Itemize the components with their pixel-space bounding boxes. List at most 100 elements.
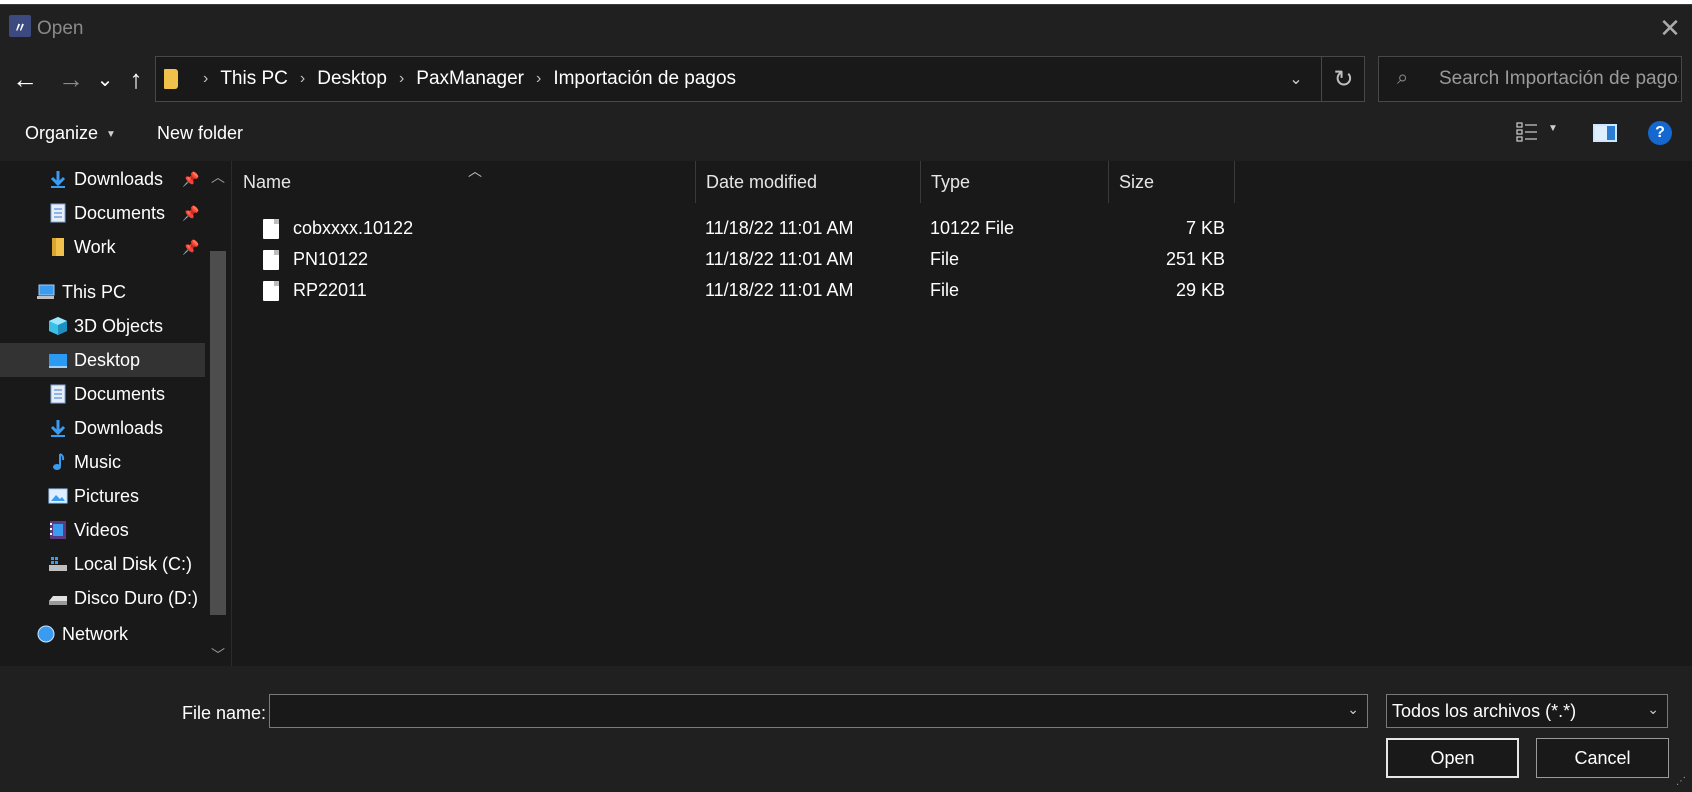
help-icon[interactable]: ?: [1648, 121, 1672, 145]
sidebar-item-label: Desktop: [74, 349, 141, 370]
file-row[interactable]: RP22011 11/18/22 11:01 AM File 29 KB: [233, 275, 1692, 306]
music-note-icon: [48, 452, 68, 472]
sort-ascending-icon: ︿: [468, 163, 482, 179]
organize-button[interactable]: Organize ▼: [25, 123, 116, 144]
sidebar-item-label: Downloads: [74, 417, 164, 438]
forward-arrow-icon[interactable]: →: [55, 61, 87, 97]
column-header-size[interactable]: Size: [1109, 161, 1235, 203]
search-input[interactable]: [1439, 57, 1679, 101]
sidebar-item-documents-quick[interactable]: Documents 📌: [0, 196, 205, 230]
column-header-name[interactable]: Name ︿: [233, 161, 696, 203]
back-arrow-icon[interactable]: ←: [9, 61, 41, 97]
chevron-down-icon[interactable]: ⌄: [1647, 701, 1659, 718]
sidebar-item-music[interactable]: Music: [0, 445, 205, 479]
sidebar-item-pictures[interactable]: Pictures: [0, 479, 205, 513]
sidebar-item-local-disk-c[interactable]: Local Disk (C:): [0, 547, 205, 581]
command-bar: Organize ▼ New folder ▼ ?: [0, 109, 1692, 161]
file-size: 251 KB: [1165, 249, 1225, 269]
desktop-icon: [48, 350, 68, 370]
sidebar-item-3d-objects[interactable]: 3D Objects: [0, 309, 205, 343]
breadcrumb-separator: ›: [536, 70, 542, 87]
file-name-cell: PN10122: [263, 244, 368, 275]
pin-icon[interactable]: 📌: [182, 205, 199, 222]
breadcrumb-separator: ›: [398, 70, 405, 87]
pin-icon[interactable]: 📌: [182, 239, 199, 256]
breadcrumb-separator: ›: [203, 70, 209, 87]
sidebar-item-work[interactable]: Work 📌: [0, 230, 205, 264]
new-folder-button[interactable]: New folder: [157, 123, 243, 144]
sidebar-item-desktop[interactable]: Desktop: [0, 343, 205, 377]
close-icon[interactable]: ✕: [1655, 13, 1685, 43]
details-view-icon[interactable]: [1516, 121, 1538, 143]
dialog-footer: File name: ⌄ Todos los archivos (*.*) ⌄ …: [0, 666, 1692, 792]
breadcrumb-desktop[interactable]: Desktop: [317, 68, 387, 90]
address-row: ← → ⌄ ↑ › This PC › Desktop › PaxManager…: [0, 51, 1692, 109]
sidebar-item-label: Pictures: [74, 485, 140, 506]
address-dropdown-icon[interactable]: ⌄: [1276, 57, 1316, 101]
sidebar-item-disco-duro-d[interactable]: Disco Duro (D:): [0, 581, 205, 615]
document-icon: [48, 384, 68, 404]
open-button[interactable]: Open: [1386, 738, 1519, 778]
resize-grip-icon[interactable]: ⋰: [1676, 776, 1688, 788]
title-bar: 〃 Open ✕: [0, 5, 1692, 51]
up-arrow-icon[interactable]: ↑: [120, 61, 152, 97]
file-name-combobox[interactable]: ⌄: [269, 694, 1368, 728]
download-arrow-icon: [48, 418, 68, 438]
preview-pane-icon[interactable]: [1593, 124, 1617, 142]
breadcrumb-paxmanager[interactable]: PaxManager: [416, 68, 524, 90]
download-arrow-icon: [48, 169, 68, 189]
view-options-dropdown-icon[interactable]: ▼: [1548, 123, 1558, 134]
sidebar-item-label: Videos: [74, 519, 129, 540]
file-name-input[interactable]: [276, 695, 1316, 727]
sidebar-item-label: This PC: [62, 281, 127, 302]
file-row[interactable]: cobxxxx.10122 11/18/22 11:01 AM 10122 Fi…: [233, 213, 1692, 244]
file-name-cell: RP22011: [263, 275, 367, 306]
caret-down-icon: ▼: [106, 128, 116, 140]
breadcrumb-this-pc[interactable]: This PC: [220, 68, 288, 90]
file-type-value: Todos los archivos (*.*): [1392, 700, 1577, 721]
file-type-select[interactable]: Todos los archivos (*.*) ⌄: [1386, 694, 1668, 728]
sidebar-item-label: Work: [74, 236, 116, 257]
file-date: 11/18/22 11:01 AM: [705, 218, 854, 238]
sidebar-item-documents[interactable]: Documents: [0, 377, 205, 411]
sidebar-item-network[interactable]: Network: [0, 617, 205, 651]
scroll-down-chevron-icon[interactable]: ﹀: [210, 647, 226, 663]
sidebar-item-videos[interactable]: Videos: [0, 513, 205, 547]
folder-icon: [48, 237, 68, 257]
sidebar-item-label: Documents: [74, 383, 166, 404]
file-icon: [263, 218, 279, 239]
breadcrumb-importacion-de-pagos[interactable]: Importación de pagos: [553, 68, 736, 90]
file-icon: [263, 249, 279, 270]
chevron-down-icon[interactable]: ⌄: [1347, 701, 1359, 718]
cube-icon: [48, 316, 68, 336]
file-date: 11/18/22 11:01 AM: [705, 249, 854, 269]
sidebar-scrollbar[interactable]: ︿ ﹀: [205, 161, 231, 666]
cancel-button[interactable]: Cancel: [1536, 738, 1669, 778]
column-header-date-modified[interactable]: Date modified: [696, 161, 921, 203]
system-drive-icon: [48, 554, 68, 574]
sidebar-item-this-pc[interactable]: This PC: [0, 275, 205, 309]
recent-locations-chevron-icon[interactable]: ⌄: [89, 61, 121, 97]
pin-icon[interactable]: 📌: [182, 171, 199, 188]
search-box[interactable]: ⌕: [1378, 56, 1682, 102]
breadcrumb: › This PC › Desktop › PaxManager › Impor…: [191, 57, 736, 101]
sidebar-item-label: Local Disk (C:): [74, 553, 193, 574]
file-name: RP22011: [293, 280, 367, 300]
sidebar-item-label: 3D Objects: [74, 315, 164, 336]
sidebar-item-downloads[interactable]: Downloads: [0, 411, 205, 445]
file-name-cell: cobxxxx.10122: [263, 213, 413, 244]
file-size: 7 KB: [1185, 218, 1225, 238]
column-header-type[interactable]: Type: [921, 161, 1109, 203]
scrollbar-thumb[interactable]: [210, 251, 226, 615]
file-row[interactable]: PN10122 11/18/22 11:01 AM File 251 KB: [233, 244, 1692, 275]
drive-icon: [48, 588, 68, 608]
scroll-up-chevron-icon[interactable]: ︿: [210, 169, 226, 185]
file-icon: [263, 280, 279, 301]
sidebar-item-label: Network: [62, 623, 129, 644]
file-type: 10122 File: [930, 218, 1015, 238]
file-type: File: [930, 249, 960, 269]
refresh-icon[interactable]: ↻: [1321, 57, 1365, 101]
address-bar[interactable]: › This PC › Desktop › PaxManager › Impor…: [155, 56, 1365, 102]
column-label: Name: [243, 171, 292, 192]
sidebar-item-downloads-quick[interactable]: Downloads 📌: [0, 162, 205, 196]
